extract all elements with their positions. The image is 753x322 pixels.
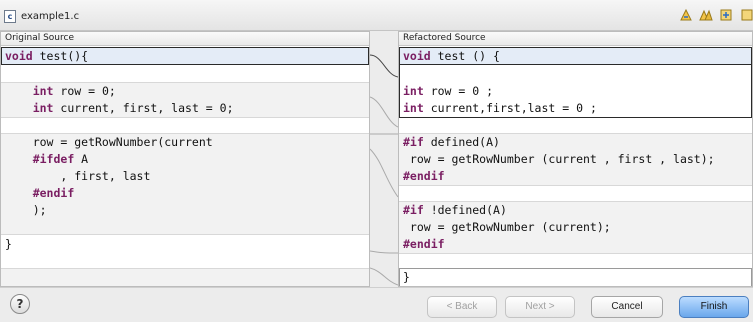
file-tab[interactable]: c example1.c	[4, 6, 79, 26]
code-line: void test(){	[1, 48, 369, 65]
code-keyword: void	[5, 49, 33, 63]
code-line: #ifdef A	[1, 151, 369, 168]
code-line: #endif	[399, 168, 752, 185]
code-text: row = getRowNumber (current , first , la…	[403, 152, 715, 166]
code-line: #endif	[1, 185, 369, 202]
back-button[interactable]: < Back	[427, 296, 497, 318]
code-text: row = 0;	[53, 84, 116, 98]
code-line: int row = 0;	[1, 83, 369, 100]
code-text: row = getRowNumber (current);	[403, 220, 611, 234]
refactored-source-title: Refactored Source	[399, 32, 752, 46]
file-tab-label: example1.c	[21, 10, 80, 22]
code-text: test(){	[32, 49, 89, 63]
code-line: #if !defined(A)	[399, 202, 752, 219]
code-text: !defined(A)	[423, 203, 507, 217]
code-line: #if defined(A)	[399, 134, 752, 151]
code-text: A	[74, 152, 89, 166]
code-keyword: #endif	[403, 169, 445, 183]
refactored-source-pane[interactable]: Refactored Source void test () { int row …	[398, 31, 753, 287]
c-file-icon: c	[4, 9, 16, 23]
copy-right-to-left-icon[interactable]	[699, 8, 713, 22]
code-text: row = getRowNumber(current	[5, 135, 213, 149]
editor-tab-bar: c example1.c	[0, 0, 753, 31]
code-text: row = 0 ;	[423, 84, 494, 98]
code-text: );	[5, 203, 47, 217]
code-keyword: #if	[403, 135, 424, 149]
help-button[interactable]: ?	[10, 294, 30, 314]
code-line: }	[399, 269, 752, 286]
code-keyword: #ifdef	[32, 152, 75, 166]
code-keyword: void	[403, 49, 431, 63]
code-text: test () {	[430, 49, 500, 63]
code-text: }	[5, 237, 12, 251]
code-line: void test () {	[399, 48, 752, 65]
code-line: #endif	[399, 236, 752, 253]
code-text: current,first,last = 0 ;	[423, 101, 597, 115]
code-keyword: #endif	[32, 186, 75, 200]
code-line: int current,first,last = 0 ;	[399, 100, 752, 117]
code-keyword: #if	[403, 203, 424, 217]
original-code-area[interactable]: void test(){ int row = 0; int current, f…	[1, 46, 369, 286]
code-keyword: int	[32, 101, 54, 115]
code-line: row = getRowNumber (current);	[399, 219, 752, 236]
code-keyword: int	[32, 84, 54, 98]
original-source-title: Original Source	[1, 32, 369, 46]
refactored-code-area[interactable]: void test () {int row = 0 ; int current,f…	[399, 46, 752, 286]
code-line: }	[1, 236, 369, 253]
compare-toolbar	[679, 8, 753, 22]
code-text: }	[403, 270, 410, 284]
code-keyword: int	[403, 101, 424, 115]
code-line: int row = 0 ;	[399, 83, 752, 100]
cancel-button[interactable]: Cancel	[591, 296, 663, 318]
code-line: );	[1, 202, 369, 219]
diff-connector-lines	[370, 54, 398, 286]
code-line: int current, first, last = 0;	[1, 100, 369, 117]
code-keyword: int	[403, 84, 424, 98]
next-button[interactable]: Next >	[505, 296, 575, 318]
code-text: defined(A)	[423, 135, 500, 149]
code-line: row = getRowNumber(current	[1, 134, 369, 151]
wizard-button-bar: ? < Back Next > Cancel Finish	[0, 287, 753, 322]
code-line: , first, last	[1, 168, 369, 185]
previous-difference-icon[interactable]	[739, 8, 753, 22]
code-text: , first, last	[5, 169, 151, 183]
finish-button[interactable]: Finish	[679, 296, 749, 318]
copy-left-to-right-icon[interactable]	[679, 8, 693, 22]
next-difference-icon[interactable]	[719, 8, 733, 22]
original-source-pane[interactable]: Original Source void test(){ int row = 0…	[0, 31, 370, 287]
code-text: current, first, last = 0;	[53, 101, 234, 115]
diff-connector-gutter	[370, 31, 398, 287]
code-line: row = getRowNumber (current , first , la…	[399, 151, 752, 168]
diff-block	[1, 268, 369, 286]
code-keyword: #endif	[403, 237, 445, 251]
